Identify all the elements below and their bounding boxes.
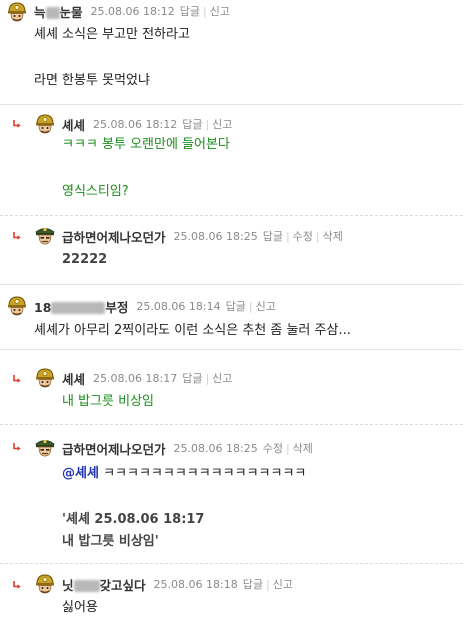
report-button[interactable]: 신고: [212, 370, 232, 386]
edit-button[interactable]: 수정: [293, 228, 313, 244]
comment-header: 급하면어제나오던가 25.08.06 18:25 수정 | 삭제: [62, 438, 313, 458]
reply-comment: 셰셰 25.08.06 18:17 답글 | 신고 내 밥그릇 비상임: [0, 350, 463, 424]
delete-button[interactable]: 삭제: [293, 440, 313, 456]
reply-comment: 셰셰 25.08.06 18:12 답글 | 신고 ㅋㅋㅋ 봉투 오랜만에 들어…: [0, 105, 463, 215]
report-button[interactable]: 신고: [256, 298, 276, 314]
comment-nickname[interactable]: 급하면어제나오던가: [62, 227, 166, 246]
comment-nickname[interactable]: 닛 갖고싶다: [62, 575, 146, 594]
comment-body-line: 내 밥그릇 비상임: [62, 394, 154, 409]
reply-arrow-icon: [12, 231, 22, 241]
comment-header: 셰셰 25.08.06 18:17 답글 | 신고: [62, 368, 232, 388]
reply-button[interactable]: 답글: [243, 576, 263, 592]
comment-header: 18 부정 25.08.06 18:14 답글 | 신고: [34, 296, 276, 316]
action-divider: |: [315, 229, 320, 243]
comment-mention-line: @셰셰 ㅋㅋㅋㅋㅋㅋㅋㅋㅋㅋㅋㅋㅋㅋㅋㅋㅋ: [62, 465, 306, 483]
delete-button[interactable]: 삭제: [323, 228, 343, 244]
reply-arrow-icon: [12, 580, 22, 590]
comment: 늑 눈물 25.08.06 18:12 답글 | 신고 셰셰 소식은 부고만 전하…: [0, 0, 463, 104]
comment-time: 25.08.06 18:12: [93, 117, 178, 131]
quoted-text-line: '셰셰 25.08.06 18:17: [62, 512, 205, 527]
comment-nickname[interactable]: 셰셰: [62, 369, 85, 388]
comment-body-line: 셰셰가 아무리 2찍이라도 이런 소식은 추천 좀 눌러 주삼...: [34, 323, 351, 338]
comment-body-line: ㅋㅋㅋ 봉투 오랜만에 들어본다: [62, 137, 230, 152]
comment-time: 25.08.06 18:25: [173, 229, 258, 243]
redacted-blur: [45, 7, 60, 19]
comment-nickname[interactable]: 셰셰: [62, 115, 85, 134]
reply-comment: 급하면어제나오던가 25.08.06 18:25 수정 | 삭제 @셰셰 ㅋㅋㅋ…: [0, 425, 463, 563]
soldier-avatar-icon: [34, 436, 56, 458]
report-button[interactable]: 신고: [273, 576, 293, 592]
action-divider: |: [248, 299, 253, 313]
comment-time: 25.08.06 18:17: [93, 371, 178, 385]
comment-thread: 늑 눈물 25.08.06 18:12 답글 | 신고 셰셰 소식은 부고만 전하…: [0, 0, 467, 627]
reply-arrow-icon: [12, 119, 22, 129]
reply-comment: 급하면어제나오던가 25.08.06 18:25 답글 | 수정 | 삭제 22…: [0, 216, 463, 284]
comment-nickname[interactable]: 18 부정: [34, 297, 128, 316]
action-divider: |: [285, 229, 290, 243]
reply-button[interactable]: 답글: [182, 116, 202, 132]
reply-button[interactable]: 답글: [226, 298, 246, 314]
comment-header: 급하면어제나오던가 25.08.06 18:25 답글 | 수정 | 삭제: [62, 226, 343, 246]
comment-header: 닛 갖고싶다 25.08.06 18:18 답글 | 신고: [62, 574, 293, 594]
quoted-text-line: 내 밥그릇 비상임': [62, 534, 159, 549]
soldier-avatar-icon: [34, 224, 56, 246]
reply-button[interactable]: 답글: [263, 228, 283, 244]
miner-avatar-icon: [34, 573, 56, 595]
comment-body-line: 라면 한봉투 못먹었냐: [34, 73, 150, 88]
miner-avatar-icon: [6, 1, 28, 23]
reply-arrow-icon: [12, 442, 22, 452]
comment-nickname[interactable]: 급하면어제나오던가: [62, 439, 166, 458]
action-divider: |: [205, 117, 210, 131]
comment-time: 25.08.06 18:14: [136, 299, 221, 313]
user-mention[interactable]: @셰셰: [62, 466, 99, 481]
reply-arrow-icon: [12, 374, 22, 384]
comment-body-line: 싫어용: [62, 600, 98, 615]
reply-comment: 닛 갖고싶다 25.08.06 18:18 답글 | 신고 싫어용: [0, 564, 463, 627]
action-divider: |: [265, 577, 270, 591]
report-button[interactable]: 신고: [210, 3, 230, 19]
action-divider: |: [205, 371, 210, 385]
comment-time: 25.08.06 18:18: [153, 577, 238, 591]
edit-button[interactable]: 수정: [263, 440, 283, 456]
comment-header: 셰셰 25.08.06 18:12 답글 | 신고: [62, 114, 232, 134]
miner-avatar-icon: [34, 367, 56, 389]
comment-body-line: 22222: [62, 252, 108, 267]
comment-body-line: 영식스티임?: [62, 184, 129, 199]
comment-header: 늑 눈물 25.08.06 18:12 답글 | 신고: [34, 1, 230, 21]
redacted-blur: [73, 580, 100, 592]
redacted-blur: [51, 302, 106, 314]
reply-button[interactable]: 답글: [180, 3, 200, 19]
report-button[interactable]: 신고: [212, 116, 232, 132]
mention-text: ㅋㅋㅋㅋㅋㅋㅋㅋㅋㅋㅋㅋㅋㅋㅋㅋㅋ: [103, 466, 307, 481]
miner-avatar-icon: [34, 113, 56, 135]
comment-time: 25.08.06 18:12: [90, 4, 175, 18]
action-divider: |: [202, 4, 207, 18]
reply-button[interactable]: 답글: [182, 370, 202, 386]
comment-body-line: 셰셰 소식은 부고만 전하라고: [34, 27, 190, 42]
action-divider: |: [285, 441, 290, 455]
comment-time: 25.08.06 18:25: [173, 441, 258, 455]
comment: 18 부정 25.08.06 18:14 답글 | 신고 셰셰가 아무리 2찍이라…: [0, 285, 463, 349]
miner-avatar-icon: [6, 295, 28, 317]
comment-nickname[interactable]: 늑 눈물: [34, 2, 83, 21]
